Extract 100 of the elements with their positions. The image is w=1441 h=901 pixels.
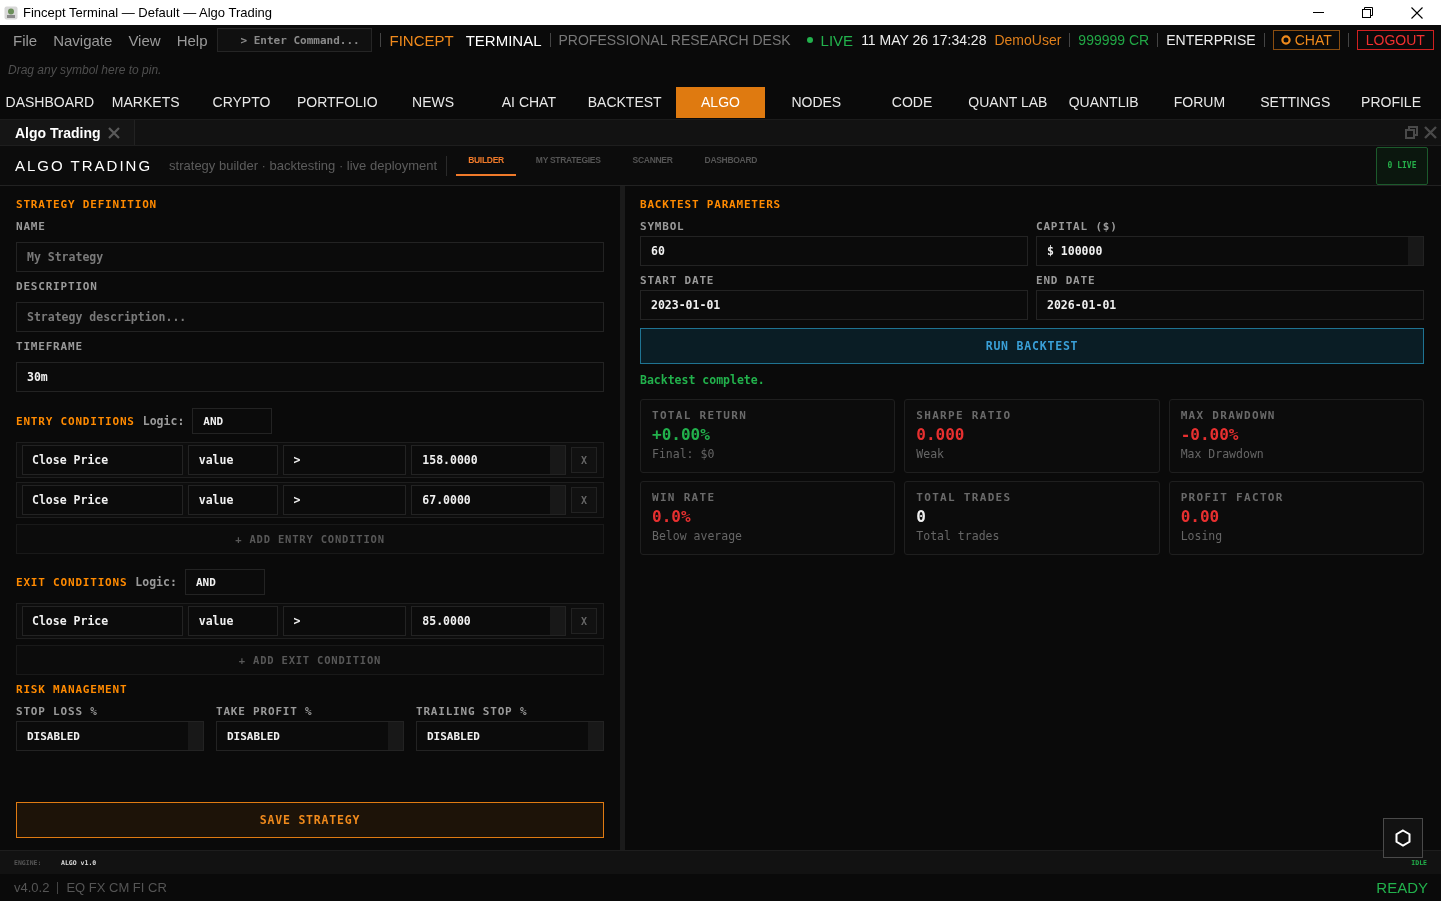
field-label: TAKE PROFIT % [216,705,314,719]
pin-hint: Drag any symbol here to pin. [8,63,162,77]
section-title: ENTRY CONDITIONS [16,414,135,428]
app-icon [4,5,18,20]
nav-tab[interactable]: PROFILE [1346,86,1436,118]
metric-note: Total trades [916,529,1001,543]
section-title: EXIT CONDITIONS [16,575,128,589]
field-label: TRAILING STOP % [416,705,529,719]
nav-tab[interactable]: CRYPTO [196,86,287,118]
logic-select[interactable]: AND [184,569,265,595]
metric-value: +0.00% [652,426,711,444]
field-label: NAME [16,220,47,234]
menu-item[interactable]: File [13,31,38,49]
field-label: STOP LOSS % [16,705,99,719]
menu-item[interactable]: Navigate [53,31,113,49]
metric-label: TOTAL TRADES [916,491,1013,505]
indicator-select[interactable]: Close Price [22,606,183,636]
source-select[interactable]: value [187,445,278,475]
command-field[interactable]: > Enter Command... [217,28,373,52]
metric-note: Final: $0 [652,447,716,461]
operator-select[interactable]: > [282,445,407,475]
restore-icon[interactable] [1405,126,1418,139]
tagline: PROFESSIONAL RESEARCH DESK [558,32,791,48]
chat-button[interactable]: CHAT [1272,30,1340,50]
credits: 999999 CR [1078,32,1150,48]
nav-tab[interactable]: DASHBOARD [5,86,95,118]
nav-tab[interactable]: NEWS [388,86,478,118]
field-label: CAPITAL ($) [1036,220,1119,234]
live-label: LIVE [820,31,854,49]
logic-select[interactable]: AND [192,408,273,434]
section-title: BACKTEST PARAMETERS [640,198,783,212]
nav-tab[interactable]: CODE [867,86,957,118]
source-select[interactable]: value [187,485,278,515]
nav-tab[interactable]: QUANTLIB [1058,86,1149,118]
run-backtest-button[interactable]: RUN BACKTEST [640,328,1424,364]
metric-label: TOTAL RETURN [652,409,749,423]
input-field[interactable]: 2023-01-01 [640,290,1028,320]
product-name: TERMINAL [465,31,542,49]
save-button[interactable]: SAVE STRATEGY [16,802,604,838]
select-field[interactable]: 30m [16,362,604,392]
clock: 11 MAY 26 17:34:28 [861,32,987,48]
nav-tab[interactable]: PORTFOLIO [292,86,383,118]
section-title: STRATEGY DEFINITION [16,198,159,212]
input-field[interactable]: 60 [640,236,1028,266]
metric-value: 0.00 [1180,508,1221,526]
field-label: START DATE [640,274,716,288]
metric-note: Weak [916,447,946,461]
plan-label: ENTERPRISE [1166,32,1256,48]
metric-note: Losing [1180,529,1224,543]
threshold-field[interactable]: 85.0000 [411,606,567,636]
input-field[interactable]: My Strategy [16,242,604,272]
markets-label: EQ FX CM FI CR [66,880,167,895]
ready-label: READY [1376,879,1428,896]
input-field[interactable]: Strategy description... [16,302,604,332]
live-count-badge: 0 LIVE [1376,146,1428,185]
nav-tab[interactable]: MARKETS [100,86,191,118]
threshold-field[interactable]: 67.0000 [411,485,567,515]
field-label: SYMBOL [640,220,686,234]
metric-note: Max Drawdown [1180,447,1265,461]
hexagon-icon [1394,829,1412,847]
close-icon[interactable] [1424,126,1437,139]
nav-tab[interactable]: QUANT LAB [962,86,1053,118]
close-icon [1410,6,1423,19]
brand-name: FINCEPT [389,31,454,49]
select-field[interactable]: DISABLED [216,721,404,751]
nav-tab[interactable]: SETTINGS [1250,86,1341,118]
nav-tab[interactable]: FORUM [1154,86,1245,118]
menu-item[interactable]: View [128,31,161,49]
menu-item[interactable]: Help [176,31,208,49]
metric-label: MAX DRAWDOWN [1180,409,1277,423]
nav-tab[interactable]: AI CHAT [484,86,574,118]
logout-button[interactable]: LOGOUT [1356,30,1434,50]
select-field[interactable]: DISABLED [416,721,604,751]
nav-tab[interactable]: NODES [771,86,862,118]
metric-label: WIN RATE [652,491,717,505]
metric-note: Below average [652,529,743,543]
metric-label: SHARPE RATIO [916,409,1013,423]
ring-icon [1280,35,1291,45]
metric-value: 0.0% [652,508,692,526]
sub-tab[interactable]: BUILDER [456,146,516,176]
field-label: TIMEFRAME [16,340,84,354]
threshold-field[interactable]: 158.0000 [411,445,567,475]
select-field[interactable]: DISABLED [16,721,204,751]
source-select[interactable]: value [187,606,278,636]
input-field[interactable]: 2026-01-01 [1036,290,1424,320]
page-subtitle: strategy builder · backtesting · live deployment [169,158,438,173]
restore-icon [1362,7,1373,18]
indicator-select[interactable]: Close Price [22,445,183,475]
metric-label: PROFIT FACTOR [1180,491,1285,505]
status-message: Backtest complete. [640,373,766,387]
indicator-select[interactable]: Close Price [22,485,183,515]
nav-tab[interactable]: BACKTEST [579,86,670,118]
close-icon[interactable] [107,126,120,139]
floating-action-button[interactable] [1383,818,1423,858]
page-title: ALGO TRADING [15,157,153,174]
operator-select[interactable]: > [282,485,407,515]
operator-select[interactable]: > [282,606,407,636]
metric-value: 0.000 [916,426,966,444]
number-field[interactable]: $ 100000 [1036,236,1424,266]
window-title: Fincept Terminal — Default — Algo Trading [23,5,273,20]
